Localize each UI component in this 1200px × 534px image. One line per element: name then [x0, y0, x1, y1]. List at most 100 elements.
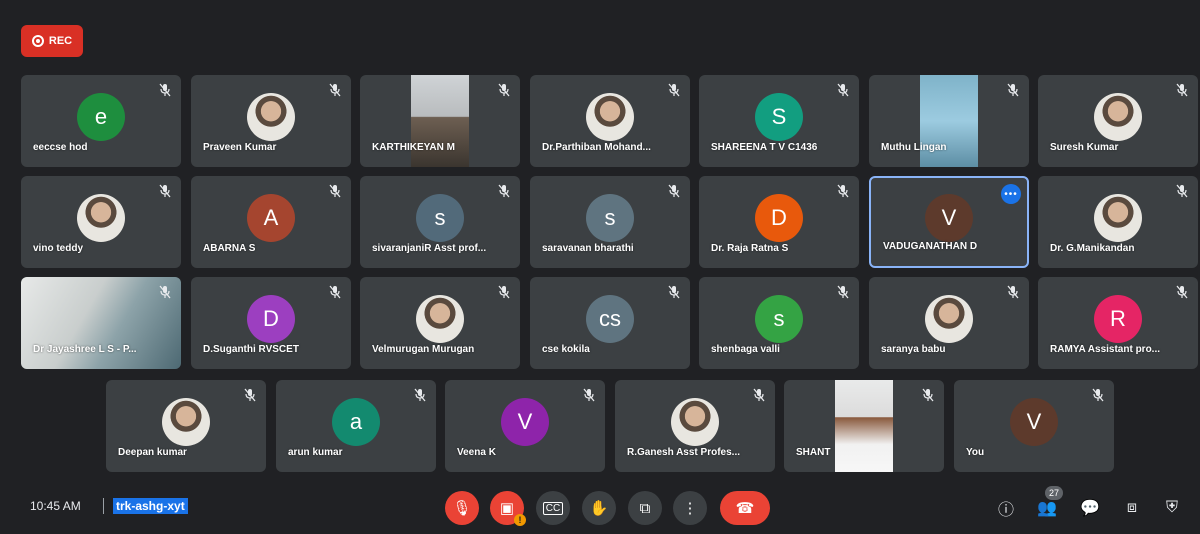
participant-tile[interactable]: Suresh Kumar	[1038, 75, 1198, 167]
mic-off-icon	[1092, 388, 1104, 402]
participant-count-badge: 27	[1045, 486, 1063, 500]
participant-tile[interactable]: V ••• VADUGANATHAN D	[869, 176, 1029, 268]
participant-tile[interactable]: R RAMYA Assistant pro...	[1038, 277, 1198, 369]
mic-off-icon	[159, 184, 171, 198]
participant-tile[interactable]: R.Ganesh Asst Profes...	[615, 380, 775, 472]
mic-off-icon	[837, 83, 849, 97]
participant-tile[interactable]: cs cse kokila	[530, 277, 690, 369]
avatar: D	[755, 194, 803, 243]
participant-tile[interactable]: Dr Jayashree L S - P...	[21, 277, 181, 369]
participant-name: Dr.Parthiban Mohand...	[542, 142, 651, 153]
meeting-info-button[interactable]: ⓘ	[994, 496, 1018, 520]
participant-name: SHAREENA T V C1436	[711, 142, 818, 153]
participant-name: Veena K	[457, 447, 496, 458]
mic-toggle-button[interactable]: 🎙	[445, 491, 479, 525]
participant-tile[interactable]: Dr.Parthiban Mohand...	[530, 75, 690, 167]
participant-name: RAMYA Assistant pro...	[1050, 344, 1161, 355]
participant-name: shenbaga valli	[711, 344, 780, 355]
participant-name: Muthu Lingan	[881, 142, 947, 153]
participant-name: saranya babu	[881, 344, 946, 355]
video-feed	[920, 75, 978, 167]
captions-icon: CC	[542, 501, 564, 515]
participant-tile[interactable]: Dr. G.Manikandan	[1038, 176, 1198, 268]
participant-tile[interactable]: A ABARNA S	[191, 176, 351, 268]
participant-tile[interactable]: Praveen Kumar	[191, 75, 351, 167]
mic-off-icon	[668, 83, 680, 97]
mic-off-icon	[159, 83, 171, 97]
participant-tile[interactable]: S SHAREENA T V C1436	[699, 75, 859, 167]
people-button[interactable]: 27 👥	[1035, 486, 1063, 520]
meeting-code[interactable]: trk-ashg-xyt	[113, 498, 188, 514]
more-options-icon[interactable]: •••	[1001, 184, 1021, 204]
participant-tile[interactable]: KARTHIKEYAN M	[360, 75, 520, 167]
participant-name: sivaranjaniR Asst prof...	[372, 243, 487, 254]
profile-photo	[162, 398, 210, 447]
participant-name: Dr. G.Manikandan	[1050, 243, 1135, 254]
participant-name: cse kokila	[542, 344, 590, 355]
avatar: D	[247, 295, 295, 344]
participant-tile[interactable]: vino teddy	[21, 176, 181, 268]
raise-hand-button[interactable]: ✋	[582, 491, 616, 525]
mic-off-icon	[329, 285, 341, 299]
avatar: V	[1010, 398, 1058, 447]
avatar: s	[416, 194, 464, 243]
profile-photo	[671, 398, 719, 447]
participant-tile[interactable]: a arun kumar	[276, 380, 436, 472]
more-options-button[interactable]: ⋮	[673, 491, 707, 525]
participant-tile[interactable]: s shenbaga valli	[699, 277, 859, 369]
participant-name: D.Suganthi RVSCET	[203, 344, 299, 355]
hand-icon: ✋	[589, 500, 609, 517]
participant-tile[interactable]: saranya babu	[869, 277, 1029, 369]
more-vert-icon: ⋮	[682, 500, 698, 517]
participant-tile[interactable]: Muthu Lingan	[869, 75, 1029, 167]
participant-name: SHANT	[796, 447, 831, 458]
mic-off-icon	[244, 388, 256, 402]
host-controls-button[interactable]: ⛨	[1160, 496, 1184, 520]
participant-tile[interactable]: D D.Suganthi RVSCET	[191, 277, 351, 369]
mic-off-icon	[668, 285, 680, 299]
leave-call-button[interactable]: ☎	[720, 491, 770, 525]
present-icon: ⧉	[639, 499, 651, 517]
participant-tile[interactable]: s sivaranjaniR Asst prof...	[360, 176, 520, 268]
shield-icon: ⛨	[1165, 499, 1178, 516]
mic-off-icon	[498, 285, 510, 299]
mic-off-icon	[837, 285, 849, 299]
chat-button[interactable]: 💬	[1078, 496, 1102, 520]
video-feed	[21, 277, 181, 369]
mic-off-icon	[329, 83, 341, 97]
participant-tile[interactable]: V Veena K	[445, 380, 605, 472]
avatar: cs	[586, 295, 634, 344]
activities-button[interactable]: ⧈	[1120, 496, 1144, 520]
participant-name: Suresh Kumar	[1050, 142, 1119, 153]
participant-tile[interactable]: Velmurugan Murugan	[360, 277, 520, 369]
participant-name: arun kumar	[288, 447, 343, 458]
mic-off-icon	[1007, 83, 1019, 97]
avatar: a	[332, 398, 380, 447]
camera-off-icon: ▣	[499, 500, 515, 517]
participant-name: KARTHIKEYAN M	[372, 142, 455, 153]
participant-tile[interactable]: Deepan kumar	[106, 380, 266, 472]
profile-photo	[77, 194, 125, 243]
captions-button[interactable]: CC	[536, 491, 570, 525]
mic-off-icon	[498, 184, 510, 198]
camera-toggle-button[interactable]: ▣ !	[490, 491, 526, 526]
participant-name: ABARNA S	[203, 243, 256, 254]
mic-off-icon	[498, 83, 510, 97]
chat-icon: 💬	[1080, 500, 1100, 517]
mic-off-icon	[1176, 83, 1188, 97]
participant-name: Dr Jayashree L S - P...	[33, 344, 137, 355]
profile-photo	[1094, 93, 1142, 142]
participant-tile[interactable]: V You	[954, 380, 1114, 472]
participant-tile[interactable]: SHANT	[784, 380, 944, 472]
mic-off-icon	[753, 388, 765, 402]
participant-tile[interactable]: D Dr. Raja Ratna S	[699, 176, 859, 268]
participant-tile[interactable]: e eeccse hod	[21, 75, 181, 167]
activities-icon: ⧈	[1126, 499, 1138, 516]
recording-indicator[interactable]: REC	[21, 25, 83, 57]
mic-off-icon	[837, 184, 849, 198]
participant-tile[interactable]: s saravanan bharathi	[530, 176, 690, 268]
video-feed	[411, 75, 469, 167]
avatar: A	[247, 194, 295, 243]
meeting-time: 10:45 AM	[30, 499, 81, 513]
present-button[interactable]: ⧉	[628, 491, 662, 525]
